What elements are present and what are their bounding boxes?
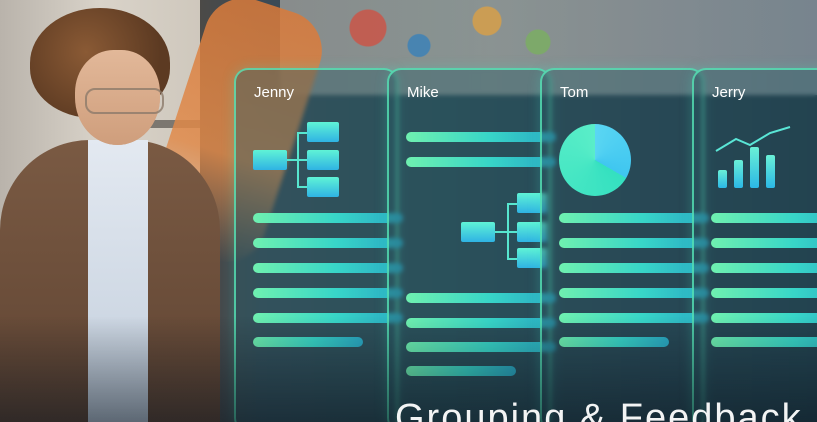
text-line	[253, 238, 403, 248]
pie-chart-icon	[559, 124, 631, 196]
text-line	[406, 366, 516, 376]
text-line	[711, 313, 817, 323]
card-name: Mike	[407, 84, 439, 101]
text-line	[711, 337, 817, 347]
card-jerry: Jerry	[692, 68, 817, 422]
card-name: Tom	[560, 84, 589, 101]
text-line	[559, 288, 709, 298]
text-line	[406, 157, 556, 167]
card-mike: Mike	[387, 68, 556, 422]
card-tom: Tom	[540, 68, 709, 422]
text-line	[253, 337, 363, 347]
text-line	[559, 337, 669, 347]
text-line	[559, 313, 709, 323]
text-line	[559, 213, 709, 223]
card-name: Jerry	[712, 84, 746, 101]
text-line	[253, 263, 403, 273]
text-line	[253, 288, 403, 298]
text-line	[406, 132, 556, 142]
text-line	[711, 238, 817, 248]
text-line	[406, 342, 556, 352]
text-line	[253, 213, 403, 223]
hero-banner: Jenny Mike Tom Jerry Grouping & Feedback	[0, 0, 817, 422]
background-map-colors	[300, 0, 640, 70]
text-line	[559, 263, 709, 273]
card-name: Jenny	[254, 84, 295, 101]
headline: Grouping & Feedback	[395, 397, 803, 422]
text-line	[253, 313, 403, 323]
text-line	[711, 263, 817, 273]
shirt	[88, 140, 148, 422]
text-line	[406, 318, 556, 328]
card-jenny: Jenny	[234, 68, 403, 422]
text-line	[711, 288, 817, 298]
glasses	[85, 88, 164, 114]
text-line	[559, 238, 709, 248]
text-line	[711, 213, 817, 223]
text-line	[406, 293, 556, 303]
